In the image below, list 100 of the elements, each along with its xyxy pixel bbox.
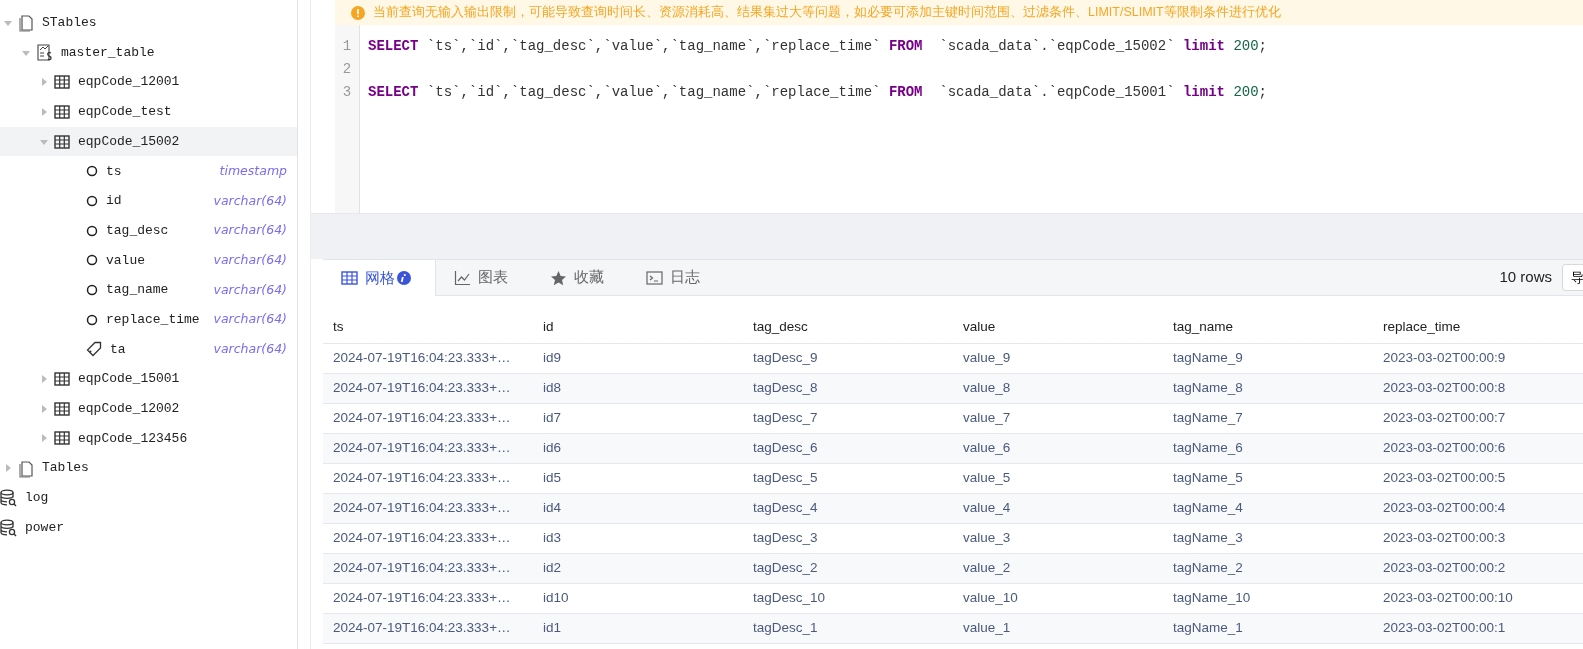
table-cell: 2023-03-02T00:00:8 (1373, 373, 1583, 403)
tree-item[interactable]: replace_time varchar(64) (0, 304, 297, 335)
table-icon (54, 133, 70, 150)
grid-icon (341, 270, 358, 286)
result-tab[interactable]: 网格 (323, 260, 436, 296)
caret-icon[interactable] (39, 77, 49, 88)
export-button[interactable]: 导 (1562, 263, 1583, 292)
circle-icon (86, 224, 98, 237)
tree-item[interactable]: Tables (0, 453, 297, 483)
tree-item[interactable]: ta varchar(64) (0, 334, 297, 365)
table-cell: 2023-03-02T00:00:10 (1373, 583, 1583, 613)
caret-icon[interactable] (39, 106, 49, 117)
tree-item[interactable]: id varchar(64) (0, 186, 297, 216)
table-cell: id7 (533, 403, 743, 433)
table-cell: value_2 (953, 553, 1163, 583)
tree-item[interactable]: eqpCode_15001 (0, 364, 297, 394)
caret-icon[interactable] (39, 403, 49, 414)
table-cell: id4 (533, 493, 743, 523)
line-chart-icon (454, 269, 471, 286)
table-cell: 2023-03-02T00:00:7 (1373, 403, 1583, 433)
row-count: 10 rows (1499, 267, 1552, 288)
table-cell: tagName_4 (1163, 493, 1373, 523)
database-icon (0, 488, 17, 507)
splitter-bar[interactable] (311, 213, 1583, 259)
table-cell: tagName_8 (1163, 373, 1373, 403)
caret-icon[interactable] (3, 463, 13, 474)
tree-item[interactable]: power (0, 512, 297, 543)
table-cell: value_3 (953, 523, 1163, 553)
caret-icon[interactable] (39, 374, 49, 385)
table-cell: tagDesc_5 (743, 463, 953, 493)
table-cell: 2024-07-19T16:04:23.333+… (323, 403, 533, 433)
circle-icon (86, 284, 98, 297)
table-cell: tagName_1 (1163, 613, 1373, 643)
result-tab[interactable]: 图表 (436, 260, 532, 295)
column-header: tag_desc (743, 311, 953, 343)
table-cell: id1 (533, 613, 743, 643)
result-tab[interactable]: 日志 (628, 260, 724, 295)
star-icon (550, 269, 567, 286)
column-header: value (953, 311, 1163, 343)
line-number: 3 (341, 83, 353, 102)
table-icon (54, 430, 70, 447)
table-cell: tagDesc_8 (743, 373, 953, 403)
column-type: timestamp (219, 161, 287, 180)
column-type: varchar(64) (213, 280, 287, 299)
circle-icon (86, 254, 98, 267)
sql-editor[interactable]: SELECT `ts`,`id`,`tag_desc`,`value`,`tag_name`,`replace_time` FROM `scada_data`.`eqpCode_15002` limit 200; SELECT `ts`,`id`,`tag_desc`,`value`,`tag_name`,`replace_time` FROM `scada_data`.`eqpCode_15001` limit 200; (360, 25, 1267, 213)
tree-item[interactable]: ts timestamp (0, 156, 297, 187)
table-icon (54, 74, 70, 91)
line-number: 2 (341, 60, 353, 79)
column-type: varchar(64) (213, 191, 287, 210)
table-cell: tagName_5 (1163, 463, 1373, 493)
table-cell: 2024-07-19T16:04:23.333+… (323, 343, 533, 373)
table-icon (54, 371, 70, 388)
chart-table-icon (36, 43, 53, 63)
tree-item[interactable]: eqpCode_12002 (0, 393, 297, 424)
table-cell: tagName_7 (1163, 403, 1373, 433)
caret-icon[interactable] (39, 433, 49, 444)
tree-item[interactable]: eqpCode_12001 (0, 67, 297, 98)
table-cell: value_4 (953, 493, 1163, 523)
table-cell: value_1 (953, 613, 1163, 643)
tree-item[interactable]: log (0, 483, 297, 513)
document-icon (18, 458, 34, 478)
column-header: ts (323, 311, 533, 343)
info-icon (397, 271, 411, 285)
table-cell: id10 (533, 583, 743, 613)
table-cell: 2023-03-02T00:00:4 (1373, 493, 1583, 523)
table-cell: tagDesc_4 (743, 493, 953, 523)
table-cell: 2024-07-19T16:04:23.333+… (323, 373, 533, 403)
table-cell: 2024-07-19T16:04:23.333+… (323, 553, 533, 583)
warning-text: 当前查询无输入输出限制，可能导致查询时间长、资源消耗高、结果集过大等问题，如必要可添加主键时间范围、过滤条件、LIMIT/SLIMIT等限制条件进行优化 (373, 4, 1281, 22)
circle-icon (86, 165, 98, 178)
table-icon (54, 103, 70, 120)
table-cell: 2024-07-19T16:04:23.333+… (323, 493, 533, 523)
table-cell: 2023-03-02T00:00:1 (1373, 613, 1583, 643)
tree-item[interactable]: eqpCode_123456 (0, 423, 297, 454)
column-type: varchar(64) (213, 250, 287, 269)
table-cell: id5 (533, 463, 743, 493)
table-cell: value_8 (953, 373, 1163, 403)
tree-item[interactable]: tag_desc varchar(64) (0, 215, 297, 246)
table-cell: 2024-07-19T16:04:23.333+… (323, 583, 533, 613)
result-tab[interactable]: 收藏 (532, 260, 628, 295)
table-cell: id2 (533, 553, 743, 583)
table-cell: id6 (533, 433, 743, 463)
tree-item[interactable]: STables (0, 8, 297, 38)
warning-icon (351, 5, 365, 20)
table-cell: tagDesc_9 (743, 343, 953, 373)
tree-item[interactable]: eqpCode_15002 (0, 126, 297, 157)
table-cell: id8 (533, 373, 743, 403)
tree-item[interactable]: tag_name varchar(64) (0, 275, 297, 305)
tree-item[interactable]: value varchar(64) (0, 245, 297, 276)
tree-item[interactable]: eqpCode_test (0, 97, 297, 127)
table-icon (54, 400, 70, 417)
tag-icon (86, 341, 102, 358)
terminal-icon (646, 269, 663, 286)
tree-item[interactable]: master_table (0, 37, 297, 68)
table-cell: tagDesc_10 (743, 583, 953, 613)
table-cell: value_9 (953, 343, 1163, 373)
table-cell: value_5 (953, 463, 1163, 493)
table-cell: tagDesc_7 (743, 403, 953, 433)
table-cell: 2024-07-19T16:04:23.333+… (323, 463, 533, 493)
